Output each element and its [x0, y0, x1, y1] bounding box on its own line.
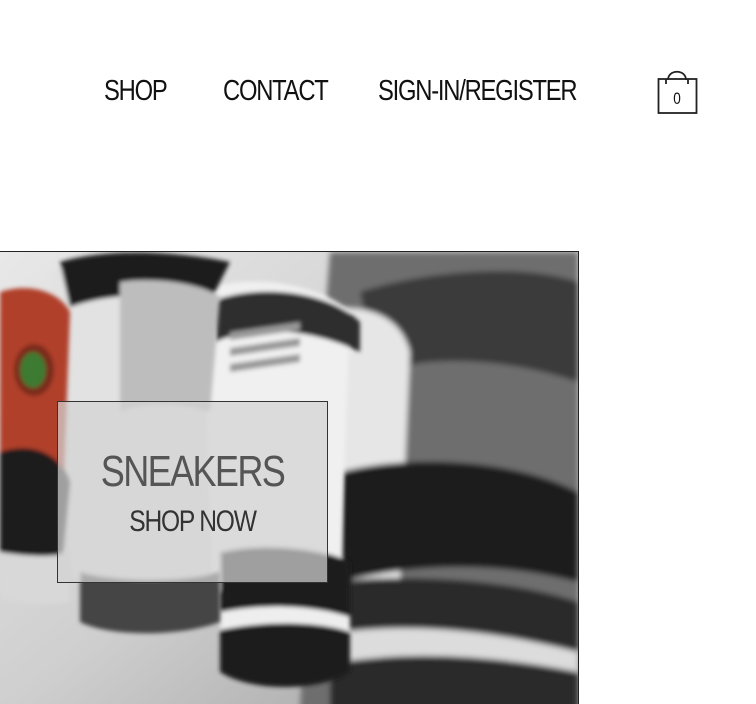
nav-contact-link[interactable]: CONTACT	[223, 72, 329, 110]
page: SHOP CONTACT SIGN-IN/REGISTER 0 SNEAKERS…	[0, 0, 756, 704]
main-nav: SHOP CONTACT SIGN-IN/REGISTER	[0, 72, 756, 112]
shop-now-link[interactable]: SHOP NOW	[82, 504, 303, 540]
nav-shop-link[interactable]: SHOP	[104, 72, 168, 110]
cart-count-badge: 0	[673, 89, 681, 108]
promo-box[interactable]: SNEAKERS SHOP NOW	[57, 401, 328, 583]
promo-title: SNEAKERS	[100, 447, 286, 496]
nav-signin-register-link[interactable]: SIGN-IN/REGISTER	[378, 72, 578, 110]
cart-button[interactable]: 0	[657, 66, 699, 116]
